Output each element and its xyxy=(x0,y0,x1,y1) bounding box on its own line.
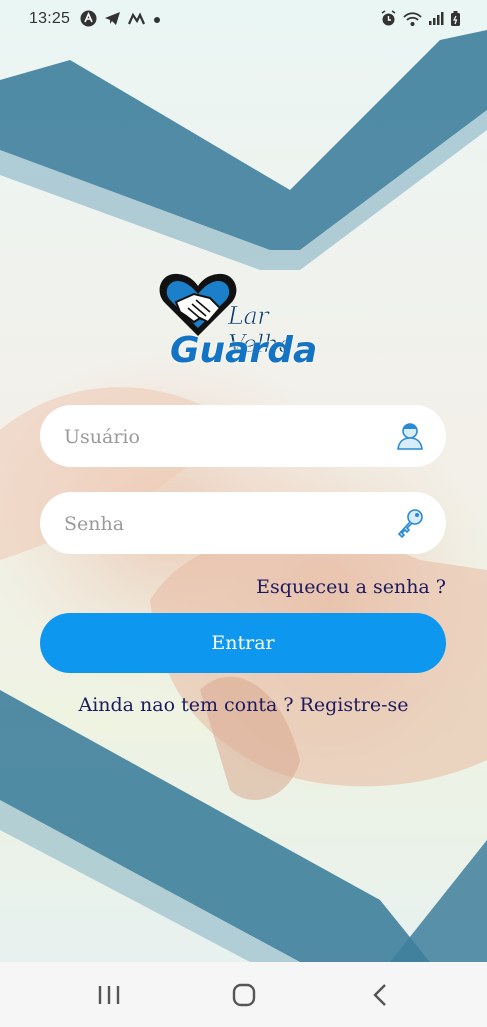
username-field[interactable] xyxy=(40,405,446,469)
key-icon xyxy=(396,508,424,539)
m-icon xyxy=(127,11,146,31)
password-input[interactable] xyxy=(62,492,386,556)
app-logo: Lar Velha Guarda xyxy=(158,272,330,382)
home-icon[interactable] xyxy=(229,982,259,1008)
app-a-icon xyxy=(80,10,97,32)
forgot-password-link[interactable]: Esqueceu a senha ? xyxy=(256,576,446,598)
background-image xyxy=(0,0,487,962)
system-nav-bar xyxy=(0,962,487,1027)
status-time: 13:25 xyxy=(29,10,71,27)
username-input[interactable] xyxy=(62,405,386,469)
battery-icon xyxy=(450,10,461,32)
telegram-icon xyxy=(104,11,121,31)
alarm-icon xyxy=(380,10,397,32)
handshake-heart-icon xyxy=(159,273,237,336)
status-bar: 13:25 xyxy=(0,0,487,38)
login-button[interactable]: Entrar xyxy=(40,613,446,673)
register-link[interactable]: Ainda nao tem conta ? Registre-se xyxy=(0,694,487,716)
wifi-icon xyxy=(403,11,422,32)
recent-apps-icon[interactable] xyxy=(94,982,124,1008)
dot-icon xyxy=(152,12,162,31)
signal-icon xyxy=(428,11,444,31)
user-icon xyxy=(396,421,424,451)
password-field[interactable] xyxy=(40,492,446,556)
back-icon[interactable] xyxy=(366,982,396,1008)
logo-text-line2: Guarda xyxy=(170,330,318,371)
